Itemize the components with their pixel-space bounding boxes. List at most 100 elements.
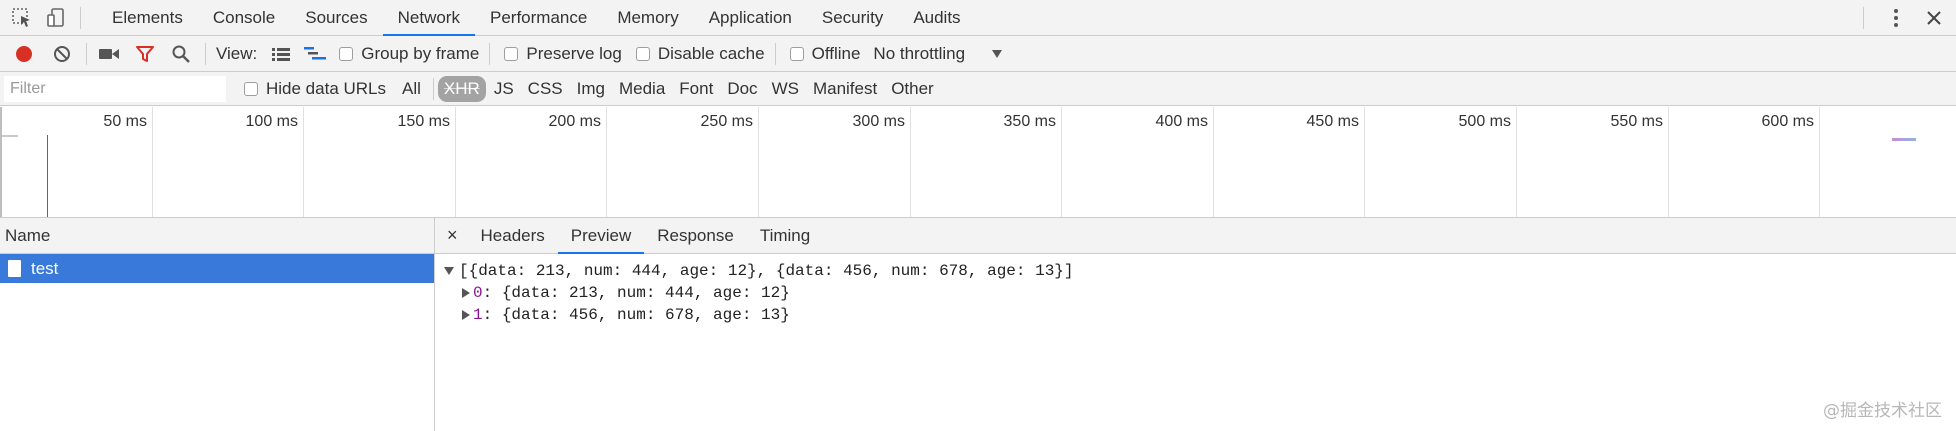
clear-icon[interactable] bbox=[48, 40, 76, 68]
json-item-key: 0 bbox=[473, 284, 483, 302]
name-column-header[interactable]: Name bbox=[0, 218, 434, 254]
expand-arrow-icon[interactable] bbox=[462, 310, 470, 320]
timeline-tick-label: 350 ms bbox=[1003, 113, 1056, 130]
timeline-gridline bbox=[1364, 107, 1365, 217]
detail-tab-bar: × Headers Preview Response Timing bbox=[435, 218, 1956, 254]
separator bbox=[1863, 6, 1864, 29]
timeline-overview[interactable]: 50 ms 100 ms 150 ms 200 ms 250 ms 300 ms 350 m… bbox=[0, 107, 1956, 218]
throttling-select[interactable]: No throttling bbox=[873, 44, 965, 64]
filter-type-all[interactable]: All bbox=[396, 76, 427, 102]
separator bbox=[774, 42, 776, 65]
record-icon[interactable] bbox=[10, 40, 38, 68]
json-preview: [{data: 213, num: 444, age: 12}, {data: … bbox=[435, 254, 1956, 326]
filter-type-media[interactable]: Media bbox=[613, 76, 671, 102]
filter-type-font[interactable]: Font bbox=[673, 76, 719, 102]
tab-security[interactable]: Security bbox=[807, 0, 898, 36]
group-by-frame-checkbox[interactable] bbox=[339, 46, 354, 61]
view-label: View: bbox=[216, 43, 258, 63]
device-toolbar-icon[interactable] bbox=[42, 4, 70, 32]
dropdown-arrow-icon[interactable] bbox=[983, 40, 1011, 68]
waterfall-icon[interactable] bbox=[301, 40, 329, 68]
json-item-value: : {data: 213, num: 444, age: 12} bbox=[482, 284, 790, 302]
json-root[interactable]: [{data: 213, num: 444, age: 12}, {data: … bbox=[435, 260, 1956, 282]
tab-console[interactable]: Console bbox=[198, 0, 290, 36]
json-item[interactable]: 0: {data: 213, num: 444, age: 12} bbox=[435, 282, 1956, 304]
overview-request-bar-end bbox=[1892, 138, 1916, 141]
request-name: test bbox=[31, 258, 59, 278]
search-icon[interactable] bbox=[167, 40, 195, 68]
disable-cache-checkbox[interactable] bbox=[635, 46, 650, 61]
filter-type-js[interactable]: JS bbox=[488, 76, 520, 102]
timeline-tick-label: 250 ms bbox=[700, 113, 753, 130]
tab-timing[interactable]: Timing bbox=[747, 218, 823, 254]
hide-data-urls-label: Hide data URLs bbox=[266, 78, 387, 98]
preserve-log-label: Preserve log bbox=[526, 43, 622, 63]
tab-preview[interactable]: Preview bbox=[557, 218, 645, 254]
inspect-element-icon[interactable] bbox=[8, 4, 36, 32]
filter-input[interactable] bbox=[4, 75, 226, 102]
filter-type-other[interactable]: Other bbox=[885, 76, 940, 102]
json-item-value: : {data: 456, num: 678, age: 13} bbox=[482, 306, 790, 324]
request-row[interactable]: test bbox=[0, 254, 434, 283]
timeline-gridline bbox=[910, 107, 911, 217]
disable-cache-label: Disable cache bbox=[657, 43, 765, 63]
separator bbox=[205, 42, 206, 65]
more-vert-icon[interactable] bbox=[1882, 4, 1910, 32]
tab-application[interactable]: Application bbox=[694, 0, 807, 36]
screenshot-icon[interactable] bbox=[95, 40, 123, 68]
document-icon bbox=[8, 260, 21, 277]
request-list: Name test bbox=[0, 218, 435, 431]
filter-type-ws[interactable]: WS bbox=[766, 76, 805, 102]
network-toolbar: View: Group by frame Preserve log Disabl… bbox=[0, 36, 1956, 72]
timeline-gridline bbox=[758, 107, 759, 217]
json-item-key: 1 bbox=[473, 306, 483, 324]
devtools-tab-bar: Elements Console Sources Network Perform… bbox=[0, 0, 1956, 36]
timeline-tick-label: 500 ms bbox=[1458, 113, 1511, 130]
tab-performance[interactable]: Performance bbox=[475, 0, 602, 36]
group-by-frame-label: Group by frame bbox=[361, 43, 480, 63]
network-panes: Name test × Headers Preview Response Tim… bbox=[0, 218, 1956, 431]
filter-icon[interactable] bbox=[131, 40, 159, 68]
offline-checkbox[interactable] bbox=[789, 46, 804, 61]
timeline-gridline bbox=[455, 107, 456, 217]
json-root-summary: [{data: 213, num: 444, age: 12}, {data: … bbox=[459, 262, 1074, 280]
filter-type-xhr[interactable]: XHR bbox=[437, 75, 486, 102]
close-details-button[interactable]: × bbox=[435, 218, 468, 254]
timeline-tick-label: 450 ms bbox=[1306, 113, 1359, 130]
separator bbox=[80, 6, 81, 29]
timeline-gridline bbox=[1213, 107, 1214, 217]
offline-label: Offline bbox=[811, 43, 861, 63]
tab-headers[interactable]: Headers bbox=[468, 218, 558, 254]
filter-bar: Hide data URLs All XHR JS CSS Img Media … bbox=[0, 72, 1956, 106]
timeline-tick-label: 100 ms bbox=[245, 113, 298, 130]
filter-type-img[interactable]: Img bbox=[571, 76, 611, 102]
timeline-tick-label: 300 ms bbox=[852, 113, 905, 130]
separator bbox=[86, 42, 87, 65]
overview-left-handle[interactable] bbox=[0, 107, 2, 217]
close-icon[interactable] bbox=[1920, 4, 1948, 32]
timeline-gridline bbox=[606, 107, 607, 217]
separator bbox=[432, 77, 434, 100]
timeline-tick-label: 400 ms bbox=[1155, 113, 1208, 130]
tab-audits[interactable]: Audits bbox=[898, 0, 975, 36]
expand-arrow-icon[interactable] bbox=[462, 288, 470, 298]
timeline-gridline bbox=[152, 107, 153, 217]
separator bbox=[489, 42, 491, 65]
preserve-log-checkbox[interactable] bbox=[504, 46, 519, 61]
overview-request-bar bbox=[2, 135, 18, 137]
json-item[interactable]: 1: {data: 456, num: 678, age: 13} bbox=[435, 304, 1956, 326]
timeline-tick-label: 150 ms bbox=[397, 113, 450, 130]
timeline-tick-label: 550 ms bbox=[1610, 113, 1663, 130]
collapse-arrow-icon[interactable] bbox=[444, 267, 454, 275]
tab-elements[interactable]: Elements bbox=[97, 0, 198, 36]
tab-sources[interactable]: Sources bbox=[290, 0, 382, 36]
filter-type-manifest[interactable]: Manifest bbox=[807, 76, 883, 102]
large-rows-icon[interactable] bbox=[267, 40, 295, 68]
filter-type-css[interactable]: CSS bbox=[522, 76, 569, 102]
timeline-tick-label: 200 ms bbox=[548, 113, 601, 130]
tab-response[interactable]: Response bbox=[644, 218, 747, 254]
tab-memory[interactable]: Memory bbox=[602, 0, 693, 36]
tab-network[interactable]: Network bbox=[382, 0, 475, 36]
hide-data-urls-checkbox[interactable] bbox=[244, 81, 258, 96]
filter-type-doc[interactable]: Doc bbox=[721, 76, 763, 102]
